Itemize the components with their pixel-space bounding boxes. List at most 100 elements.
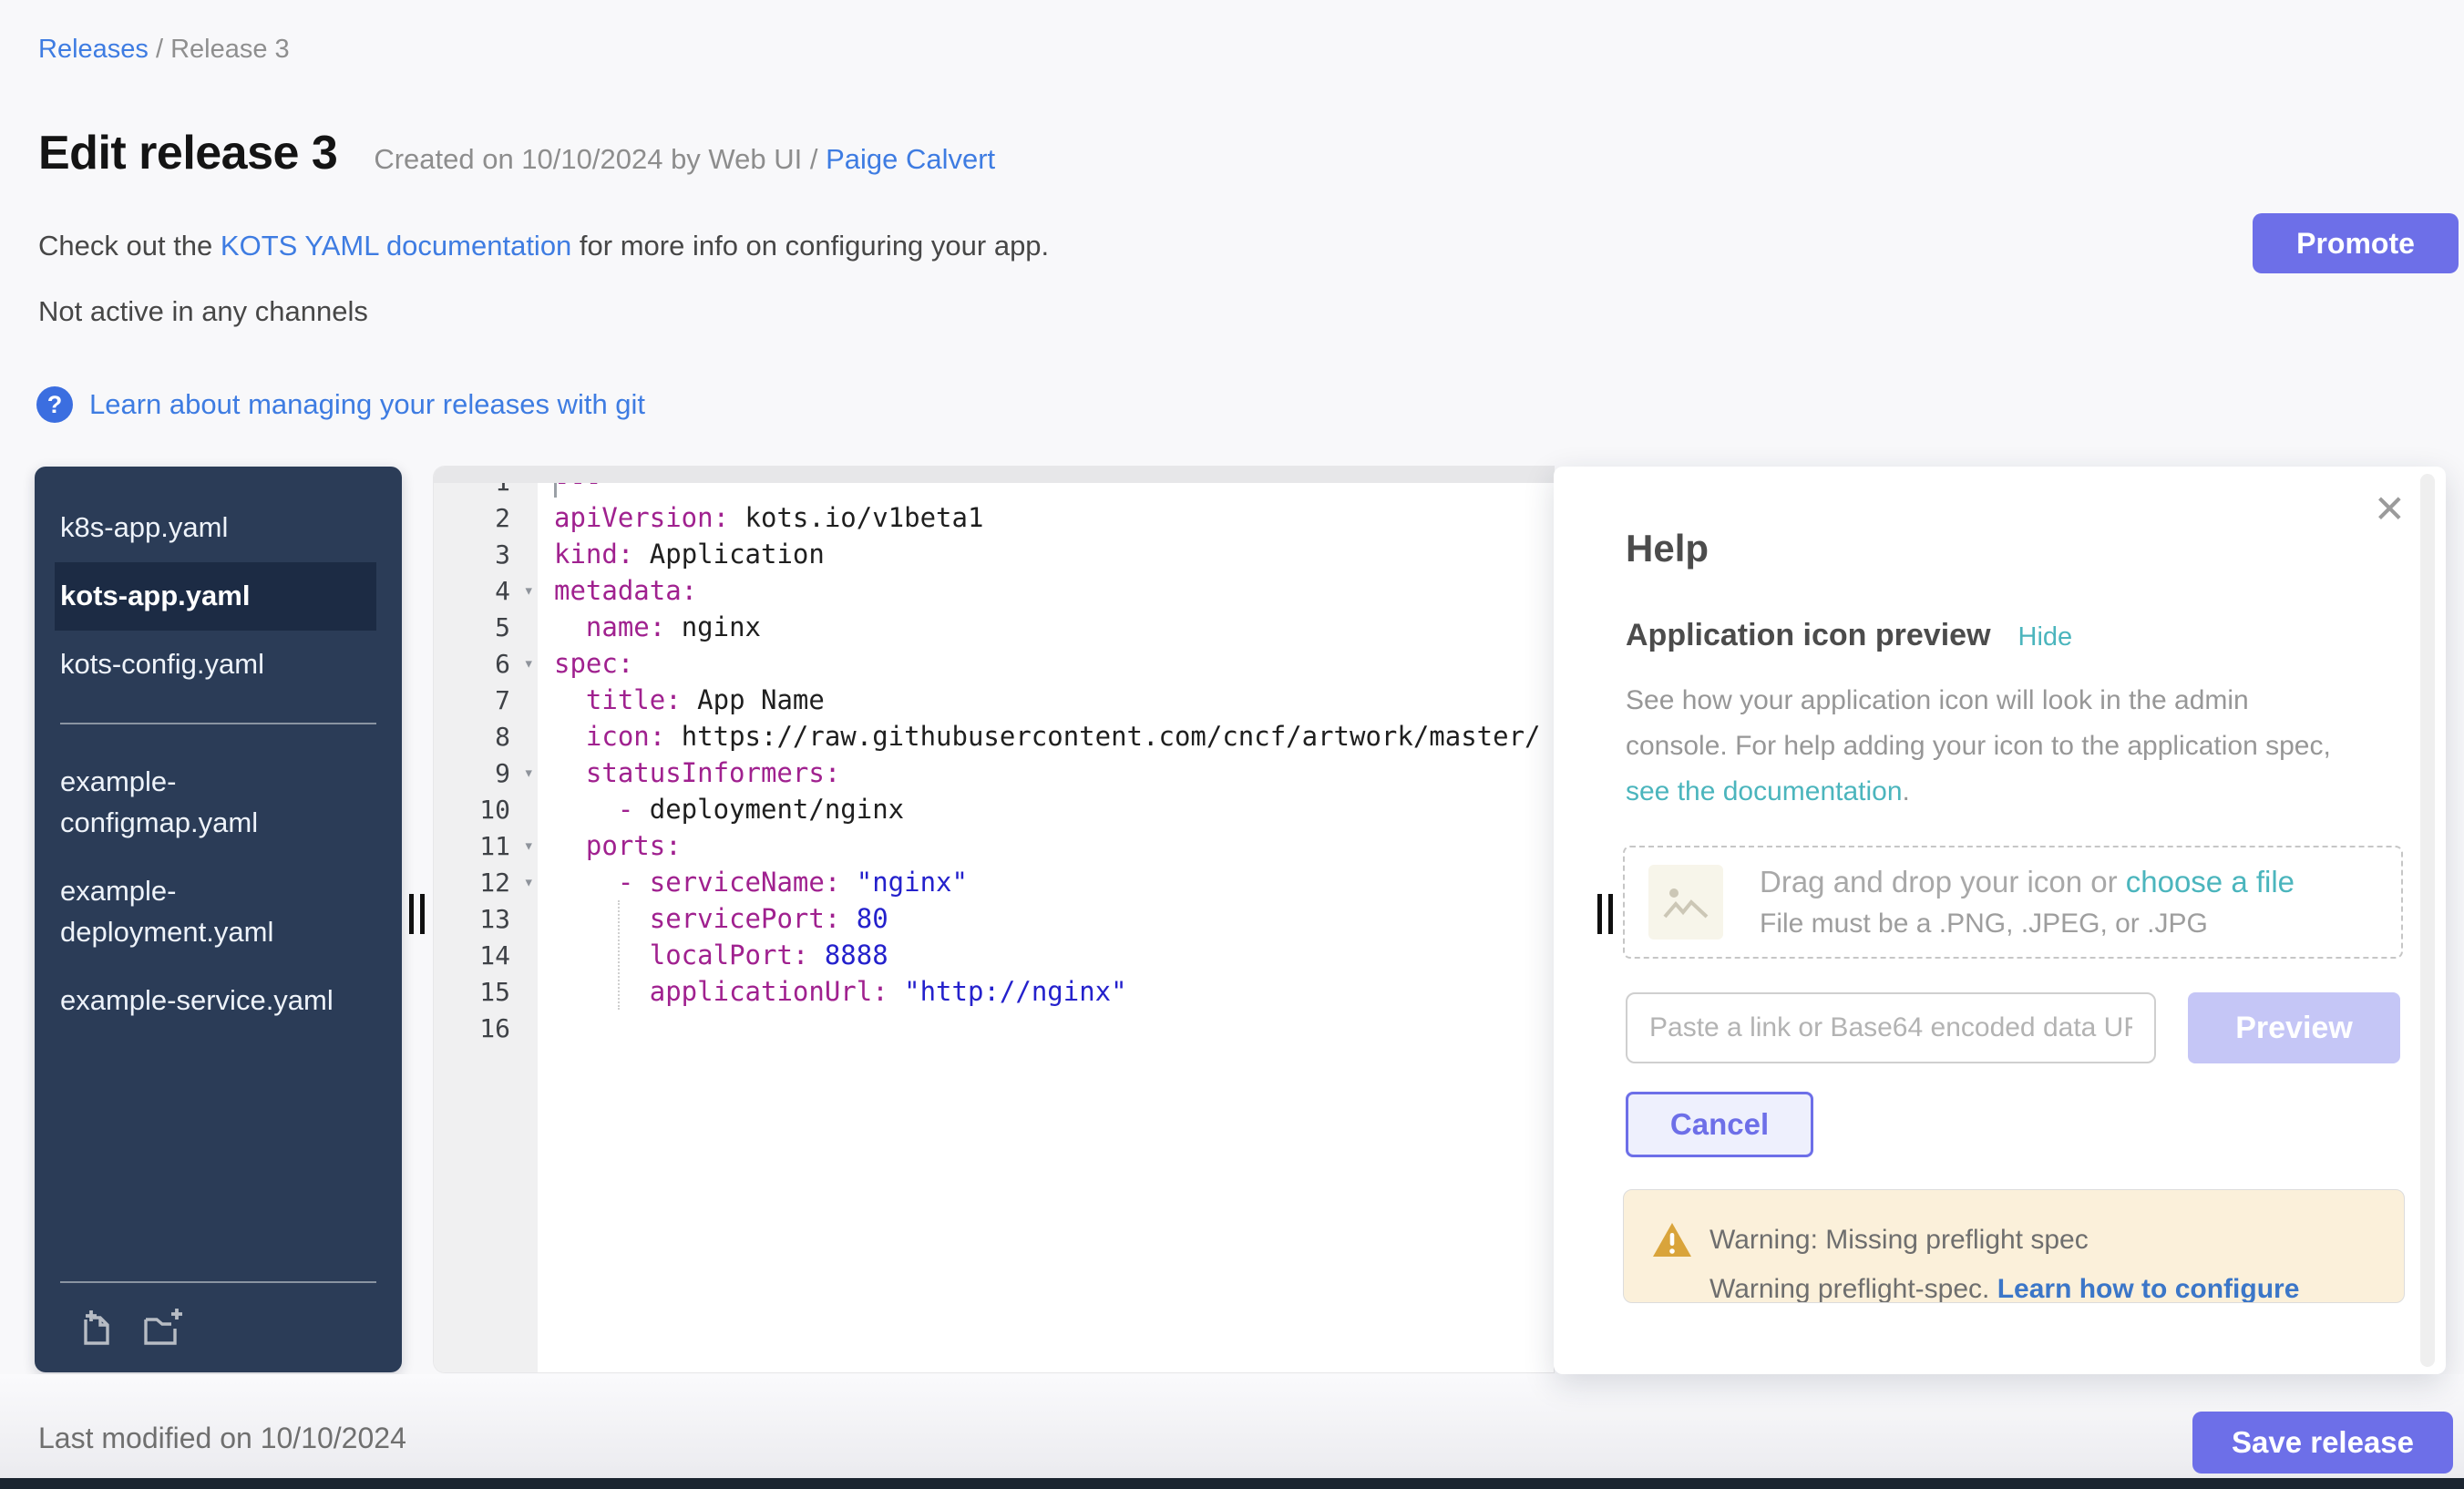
help-scrollbar[interactable] (2420, 474, 2435, 1367)
file-item-kots-app.yaml[interactable]: kots-app.yaml (55, 562, 376, 631)
code-line: 9▾ statusInformers: (434, 755, 1554, 791)
code-text: spec: (538, 648, 633, 679)
code-line: 2apiVersion: kots.io/v1beta1 (434, 499, 1554, 536)
code-line: 15 applicationUrl: "http://nginx" (434, 973, 1554, 1010)
channel-status: Not active in any channels (38, 295, 368, 328)
code-rows: 1---2apiVersion: kots.io/v1beta13kind: A… (434, 483, 1554, 1046)
sidebar-resize-handle[interactable] (409, 894, 425, 934)
created-info: Created on 10/10/2024 by Web UI / Paige … (374, 143, 995, 176)
dropzone-text-prefix: Drag and drop your icon or (1760, 865, 2126, 899)
line-number: 12▾ (434, 864, 538, 900)
line-number: 7 (434, 682, 538, 718)
image-placeholder-icon (1648, 865, 1723, 940)
warning-detail: Warning preflight-spec. Learn how to con… (1709, 1274, 2299, 1303)
warning-triangle-icon (1651, 1221, 1693, 1264)
code-text: apiVersion: kots.io/v1beta1 (538, 502, 983, 533)
line-number: 10 (434, 791, 538, 827)
description-period: . (1903, 776, 1910, 806)
file-item-k8s-app.yaml[interactable]: k8s-app.yaml (55, 494, 376, 562)
save-release-button[interactable]: Save release (2192, 1412, 2453, 1474)
promote-button[interactable]: Promote (2253, 213, 2459, 273)
git-releases-link[interactable]: Learn about managing your releases with … (89, 388, 645, 421)
dropzone-text: Drag and drop your icon or choose a file (1760, 865, 2295, 899)
code-text: --- (538, 483, 601, 497)
file-list: k8s-app.yamlkots-app.yamlkots-config.yam… (35, 467, 402, 1035)
hide-link[interactable]: Hide (2018, 622, 2073, 652)
icon-url-input[interactable] (1626, 992, 2156, 1063)
docs-hint-suffix: for more info on configuring your app. (571, 230, 1049, 262)
fold-caret-icon[interactable]: ▾ (524, 763, 534, 783)
resize-grip-bar (1608, 894, 1613, 934)
kots-docs-link[interactable]: KOTS YAML documentation (221, 230, 571, 262)
icon-dropzone[interactable]: Drag and drop your icon or choose a file… (1623, 846, 2403, 959)
docs-hint: Check out the KOTS YAML documentation fo… (38, 230, 1049, 262)
help-panel-title: Help (1626, 527, 1709, 570)
docs-hint-prefix: Check out the (38, 230, 221, 262)
code-text: statusInformers: (538, 757, 840, 788)
code-text: - deployment/nginx (538, 794, 904, 825)
file-sidebar: k8s-app.yamlkots-app.yamlkots-config.yam… (35, 467, 402, 1372)
fold-caret-icon[interactable]: ▾ (524, 580, 534, 601)
cancel-button[interactable]: Cancel (1626, 1092, 1813, 1157)
fold-caret-icon[interactable]: ▾ (524, 836, 534, 856)
code-text: localPort: 8888 (538, 940, 888, 970)
line-number: 15 (434, 973, 538, 1010)
warning-detail-text: Warning preflight-spec. (1709, 1274, 1997, 1303)
add-folder-icon[interactable] (140, 1307, 186, 1349)
page-title: Edit release 3 (38, 126, 337, 180)
code-line: 6▾spec: (434, 645, 1554, 682)
code-line: 5 name: nginx (434, 609, 1554, 645)
learn-configure-link[interactable]: Learn how to configure (1997, 1274, 2300, 1303)
title-row: Edit release 3 Created on 10/10/2024 by … (38, 126, 995, 180)
git-help-row: ? Learn about managing your releases wit… (36, 386, 645, 423)
editor-horizontal-scrollbar[interactable] (434, 467, 1554, 483)
code-line: 14 localPort: 8888 (434, 937, 1554, 973)
see-documentation-link[interactable]: see the documentation (1626, 776, 1903, 806)
code-text: icon: https://raw.githubusercontent.com/… (538, 721, 1541, 752)
line-number: 16 (434, 1010, 538, 1046)
sidebar-footer (35, 1281, 402, 1372)
add-file-icon[interactable] (75, 1307, 117, 1349)
line-number: 8 (434, 718, 538, 755)
breadcrumb: Releases / Release 3 (38, 35, 290, 65)
text-cursor (554, 483, 557, 498)
line-number: 2 (434, 499, 538, 536)
code-text: ports: (538, 830, 682, 861)
line-number: 1 (434, 483, 538, 499)
resize-grip-bar (409, 894, 414, 934)
preview-button[interactable]: Preview (2188, 992, 2400, 1063)
yaml-editor[interactable]: 1---2apiVersion: kots.io/v1beta13kind: A… (434, 467, 1554, 1372)
edit-release-page: Releases / Release 3 Edit release 3 Crea… (0, 0, 2464, 1489)
close-icon[interactable]: ✕ (2374, 490, 2406, 529)
editor-body[interactable]: 1---2apiVersion: kots.io/v1beta13kind: A… (434, 483, 1554, 1372)
line-number: 14 (434, 937, 538, 973)
file-item-example-configmap.yaml[interactable]: example-configmap.yaml (55, 748, 376, 857)
fold-caret-icon[interactable]: ▾ (524, 872, 534, 892)
code-line: 8 icon: https://raw.githubusercontent.co… (434, 718, 1554, 755)
line-number: 5 (434, 609, 538, 645)
code-text: kind: Application (538, 539, 825, 570)
code-line: 1--- (434, 483, 1554, 499)
code-text: metadata: (538, 575, 697, 606)
code-text: servicePort: 80 (538, 903, 888, 934)
file-item-example-service.yaml[interactable]: example-service.yaml (55, 967, 376, 1035)
file-item-example-deployment.yaml[interactable]: example-deployment.yaml (55, 857, 376, 967)
resize-grip-bar (420, 894, 425, 934)
code-text: name: nginx (538, 611, 761, 642)
help-panel: ✕ Help Application icon preview Hide See… (1554, 467, 2446, 1374)
code-line: 16 (434, 1010, 1554, 1046)
code-line: 10 - deployment/nginx (434, 791, 1554, 827)
created-text: Created on 10/10/2024 by Web UI / (374, 143, 826, 175)
line-number: 11▾ (434, 827, 538, 864)
breadcrumb-releases-link[interactable]: Releases (38, 35, 149, 64)
warning-title: Warning: Missing preflight spec (1709, 1225, 2089, 1256)
help-resize-handle[interactable] (1597, 894, 1613, 934)
preflight-warning: Warning: Missing preflight spec Warning … (1623, 1189, 2405, 1303)
author-link[interactable]: Paige Calvert (826, 143, 995, 175)
icon-preview-description: See how your application icon will look … (1626, 678, 2355, 815)
fold-caret-icon[interactable]: ▾ (524, 653, 534, 673)
code-text: title: App Name (538, 684, 825, 715)
file-item-kots-config.yaml[interactable]: kots-config.yaml (55, 631, 376, 699)
line-number: 13 (434, 900, 538, 937)
choose-file-link[interactable]: choose a file (2126, 865, 2295, 899)
